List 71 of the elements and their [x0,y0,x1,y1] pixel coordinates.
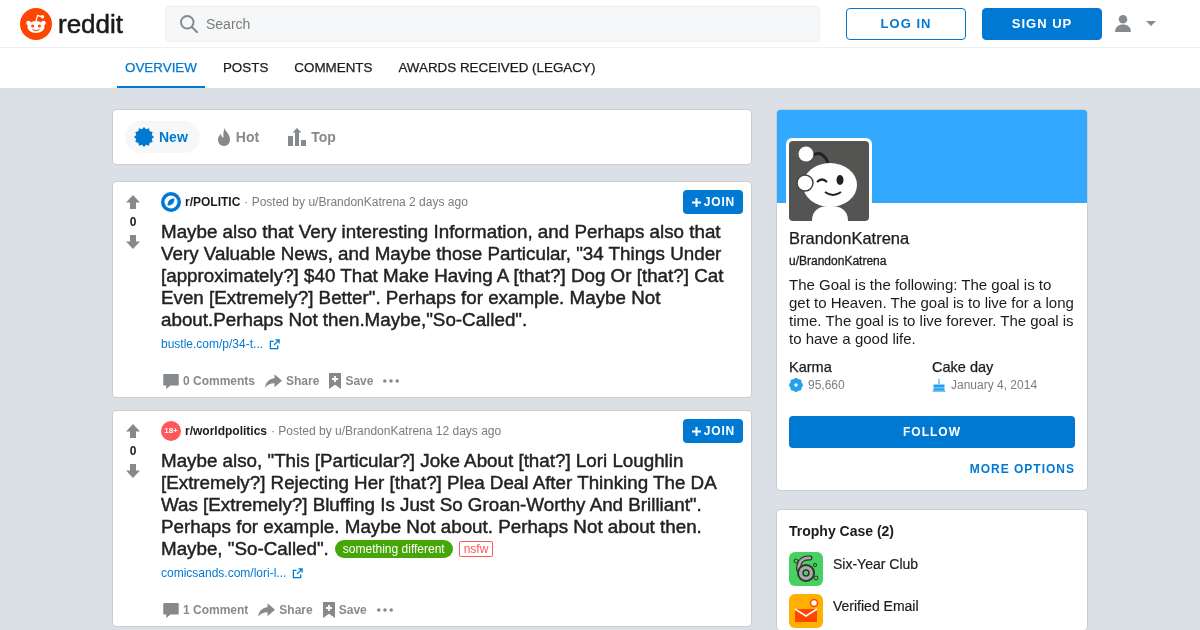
share-arrow-icon [265,374,283,388]
card-title: Trophy Case (2) [789,522,896,540]
upvote-arrow-icon[interactable] [125,194,141,210]
follow-button[interactable]: FOLLOW [789,416,1075,448]
join-button[interactable]: JOIN [682,419,743,443]
search-icon [180,14,198,33]
user-icon[interactable] [1115,15,1131,32]
post-title[interactable]: Maybe also, "This [Particular?] Joke About [that?] Lori Loughlin [Extremely?] Rejecting Her [that?] Plea Deal After Thinking The DA Was [Extremely?] Bluffing Is Just So Groan-Worthy And Brilliant". Perhaps for example. Maybe Not about. Perhaps Not about then. Maybe, "So-Called". something different nsfw [161,450,743,560]
sort-tab[interactable]: New [125,121,200,153]
vote-count: 0 [129,214,137,230]
stat-value: January 4, 2014 [951,377,1038,393]
sign-up-button[interactable]: SIGN UP [982,7,1102,40]
flower-icon [789,378,803,392]
nsfw-tag: nsfw [458,541,494,557]
save-button[interactable]: Save [327,365,376,397]
upvote-arrow-icon[interactable] [125,423,141,439]
subreddit-link[interactable]: r/worldpolitics [185,422,267,440]
caret-icon[interactable] [1146,21,1156,26]
profile-tab[interactable]: OVERVIEW [117,48,205,88]
burst-icon [134,127,154,147]
comments-button[interactable]: 0 Comments [161,365,258,397]
share-arrow-icon [258,603,276,617]
plus-icon [691,426,701,436]
comments-button[interactable]: 1 Comment [161,594,251,626]
comment-icon [163,602,179,618]
save-button[interactable]: Save [320,594,369,626]
logo-wordmark[interactable]: reddit [58,7,124,40]
ring-badge-icon [789,552,823,586]
flame-icon [216,128,231,146]
post-meta: · Posted by u/BrandonKatrena 2 days ago [244,194,468,211]
sort-tab[interactable]: Top [279,121,348,153]
search-field[interactable]: Search [165,5,820,42]
external-link-icon [269,338,281,350]
profile-tab[interactable]: POSTS [214,48,277,88]
subreddit-link[interactable]: r/POLITIC [185,193,241,211]
share-button[interactable]: Share [256,594,315,626]
bookmark-icon [322,602,335,618]
downvote-arrow-icon[interactable] [125,463,141,479]
stat-label: Karma [789,358,833,376]
display-name: BrandonKatrena [789,228,911,248]
rising-bars-icon [288,128,307,146]
plus-icon [691,197,701,207]
bookmark-icon [329,373,342,389]
more-dots-icon[interactable] [383,379,400,383]
vote-count: 0 [129,443,137,459]
downvote-arrow-icon[interactable] [125,234,141,250]
community-avatar[interactable]: 18+ [161,421,181,441]
profile-tab[interactable]: COMMENTS [286,48,381,88]
comment-icon [163,373,179,389]
external-link-icon [292,567,304,579]
trophy-name[interactable]: Verified Email [833,597,919,628]
stat-label: Cake day [932,358,995,376]
username: u/BrandonKatrena [789,253,888,269]
stat-value: 95,660 [808,377,845,393]
join-button[interactable]: JOIN [682,190,743,214]
profile-tab[interactable]: AWARDS RECEIVED (LEGACY) [390,48,604,88]
cake-icon [932,378,946,392]
more-options-link[interactable]: MORE OPTIONS [969,462,1075,476]
post-flair: something different [334,540,453,558]
more-dots-icon[interactable] [376,608,393,612]
post-title[interactable]: Maybe also that Very interesting Information, and Perhaps also that Very Valuable News, and Maybe those Particular, "34 Things Under [approximately?] $40 That Make Having A [that?] Dog Or [that?] Cat Even [Extremely?] Better". Perhaps for example. Maybe Not about.Perhaps Not then.Maybe,"So-Called". [161,221,743,331]
post-link[interactable]: bustle.com/p/34-t... [161,336,281,352]
share-button[interactable]: Share [263,365,322,397]
logo-icon[interactable] [20,7,52,40]
community-icon[interactable] [161,192,181,212]
post-link[interactable]: comicsands.com/lori-l... [161,565,304,581]
profile-description: The Goal is the following: The goal is to get to Heaven. The goal is to live for a long time. The goal is to live forever. The goal is to have a good life. [789,276,1075,348]
log-in-button[interactable]: LOG IN [846,7,966,40]
trophy-name[interactable]: Six-Year Club [833,555,919,586]
post-meta: · Posted by u/BrandonKatrena 12 days ago [271,423,502,440]
sort-tab[interactable]: Hot [207,121,272,153]
